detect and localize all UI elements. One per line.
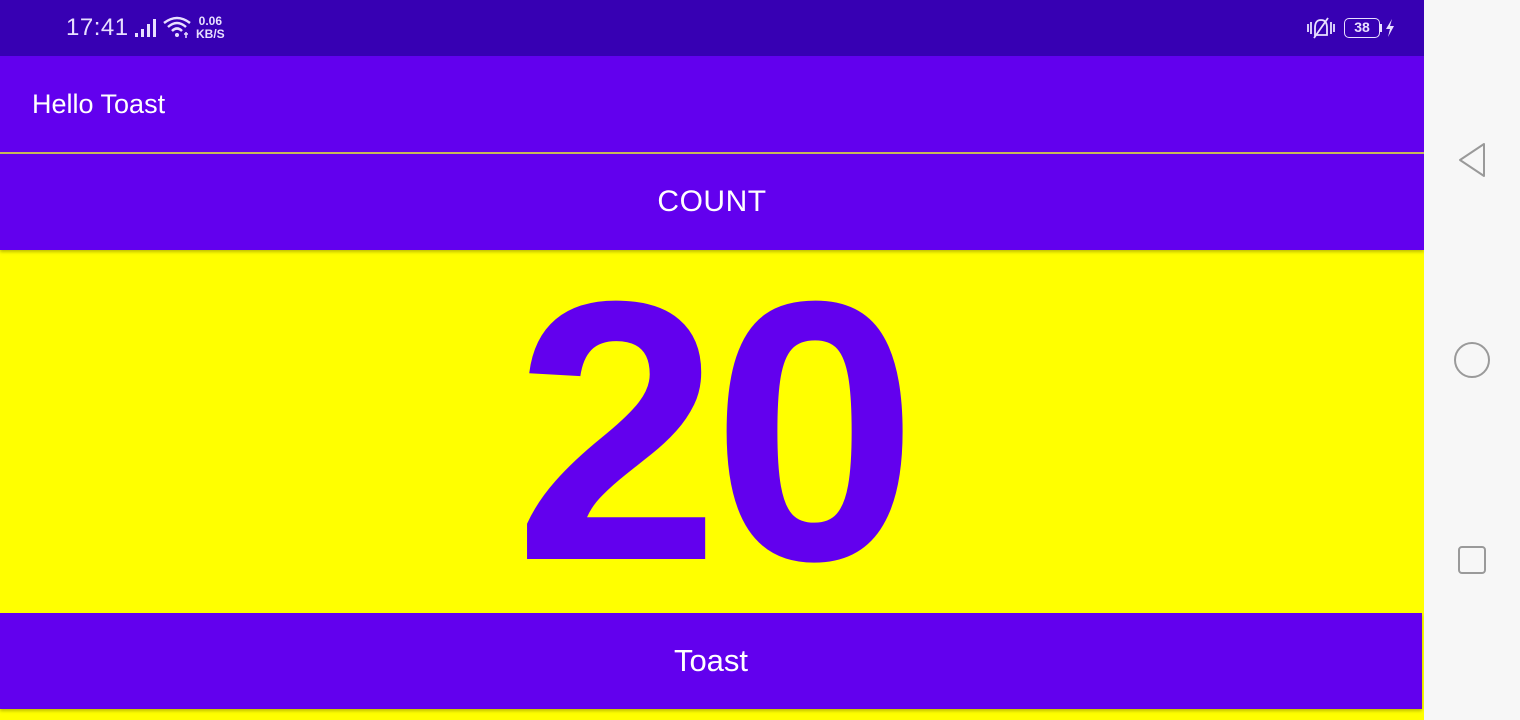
signal-icon bbox=[135, 19, 156, 37]
network-speed: 0.06 KB/S bbox=[196, 15, 225, 41]
battery-tip bbox=[1380, 24, 1382, 32]
status-bar: 17:41 0.06 KB/S 38 bbox=[0, 0, 1424, 56]
navigation-bar bbox=[1424, 0, 1520, 720]
wifi-icon bbox=[163, 16, 191, 38]
network-speed-unit: KB/S bbox=[196, 27, 225, 41]
charging-icon bbox=[1386, 19, 1394, 37]
battery-icon: 38 bbox=[1344, 18, 1380, 38]
vibrate-icon bbox=[1307, 17, 1335, 39]
app-bar: Hello Toast bbox=[0, 56, 1424, 154]
app-title: Hello Toast bbox=[32, 89, 166, 119]
toast-button[interactable]: Toast bbox=[0, 613, 1422, 709]
app-window: 17:41 0.06 KB/S 38 Hello Toast COUNT 20 … bbox=[0, 0, 1424, 720]
device-screen: 17:41 0.06 KB/S 38 Hello Toast COUNT 20 … bbox=[0, 0, 1520, 720]
count-display: 20 bbox=[514, 225, 918, 638]
recents-icon[interactable] bbox=[1457, 545, 1487, 575]
back-icon[interactable] bbox=[1454, 140, 1490, 180]
home-icon[interactable] bbox=[1453, 341, 1491, 379]
battery-level: 38 bbox=[1354, 19, 1370, 35]
status-time: 17:41 bbox=[66, 14, 129, 41]
